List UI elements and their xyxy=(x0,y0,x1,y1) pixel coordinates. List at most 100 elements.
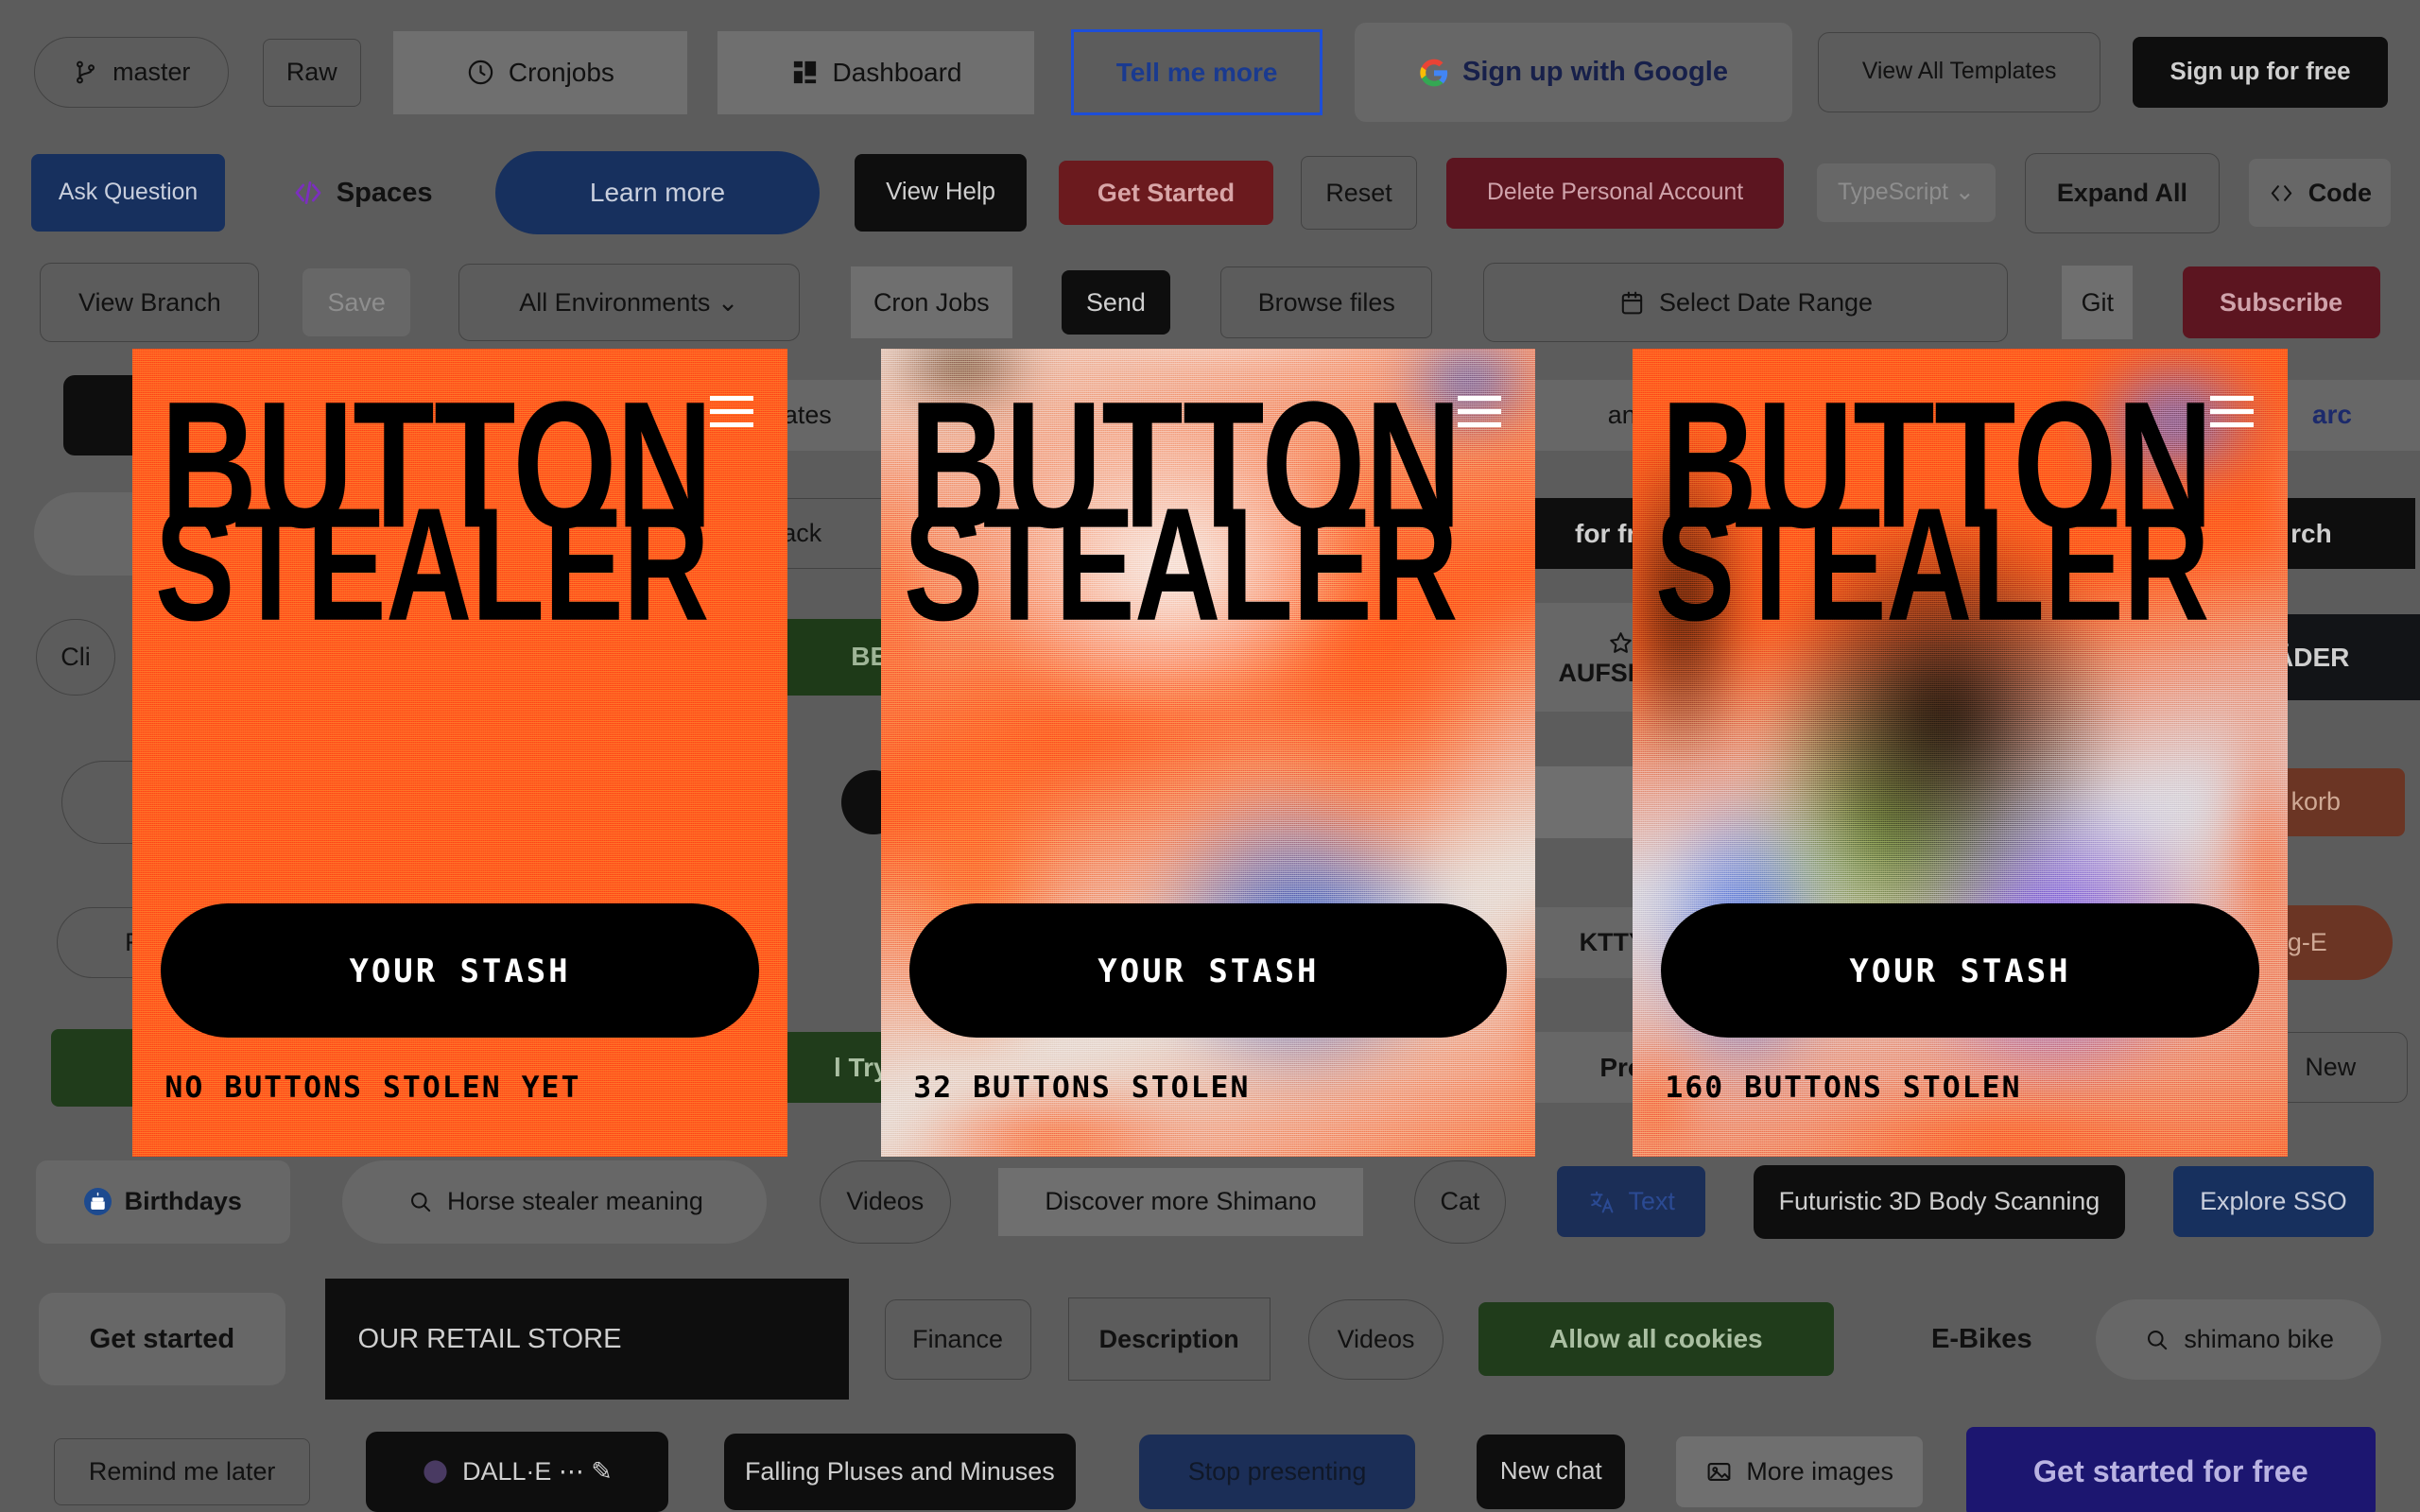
stolen-button[interactable]: Subscribe xyxy=(2182,266,2380,338)
stolen-button[interactable]: Stop presenting xyxy=(1138,1435,1416,1509)
stolen-button-label: Finance xyxy=(912,1324,1003,1353)
stolen-button-label: g-E xyxy=(2287,928,2327,957)
stolen-button[interactable]: Spaces xyxy=(270,159,456,227)
your-stash-button[interactable]: YOUR STASH xyxy=(909,903,1508,1039)
stolen-button[interactable]: Horse stealer meaning xyxy=(342,1160,768,1244)
stolen-button[interactable]: Code xyxy=(2248,159,2391,227)
stolen-button[interactable]: Browse files xyxy=(1220,266,1433,338)
stolen-button[interactable]: Cli xyxy=(35,618,116,696)
stolen-button[interactable]: E-Bikes xyxy=(1889,1302,2074,1376)
stolen-button[interactable]: Git xyxy=(2062,265,2134,340)
stolen-button[interactable]: Explore SSO xyxy=(2172,1166,2374,1238)
stolen-button[interactable]: Text xyxy=(1557,1166,1706,1238)
stolen-button[interactable]: View All Templates xyxy=(1818,32,2101,113)
stolen-button-label: Explore SSO xyxy=(2200,1187,2347,1216)
stolen-button-label: Code xyxy=(2308,178,2373,207)
stolen-button[interactable]: Tell me more xyxy=(1071,29,1323,116)
card-title-line-2: STEALER xyxy=(1655,475,2210,655)
stolen-button-label: Select Date Range xyxy=(1659,287,1873,317)
stolen-count-label: 160 BUTTONS STOLEN xyxy=(1665,1071,2022,1106)
stolen-button[interactable]: OUR RETAIL STORE xyxy=(325,1279,849,1400)
stolen-button[interactable]: Expand All xyxy=(2025,152,2220,233)
stolen-button[interactable]: master xyxy=(33,37,229,109)
stolen-button[interactable]: DALL·E ⋯ ✎ xyxy=(365,1432,668,1512)
angle-brackets-icon xyxy=(2268,180,2295,207)
stolen-button[interactable]: Reset xyxy=(1301,155,1417,231)
stolen-button[interactable]: Sign up for free xyxy=(2133,37,2388,109)
hamburger-menu-icon[interactable] xyxy=(1458,395,1502,427)
stolen-button[interactable]: Sign up with Google xyxy=(1355,23,1792,122)
your-stash-button[interactable]: YOUR STASH xyxy=(161,903,759,1039)
stolen-button-label: View Help xyxy=(886,179,996,206)
stolen-button[interactable]: New chat xyxy=(1477,1435,1626,1509)
hamburger-menu-icon[interactable] xyxy=(709,395,753,427)
stolen-button[interactable]: Finance xyxy=(884,1298,1031,1380)
calendar-icon xyxy=(1618,289,1646,317)
stolen-button[interactable]: Learn more xyxy=(495,151,820,235)
stolen-button-label: Spaces xyxy=(336,177,433,208)
stolen-button[interactable]: Dashboard xyxy=(717,30,1034,114)
stolen-button[interactable]: Cronjobs xyxy=(393,30,687,114)
stolen-button[interactable]: Get started xyxy=(38,1293,286,1386)
stolen-button-label: Learn more xyxy=(589,178,726,208)
stolen-button[interactable]: Get started for free xyxy=(1966,1427,2376,1512)
stolen-button-label: Get started for free xyxy=(2032,1454,2308,1489)
stolen-button-row: master Raw Cronjobs Dashboard Tell me more Si… xyxy=(0,23,2420,122)
stolen-button-label: korb xyxy=(2290,787,2341,816)
stolen-button[interactable]: Select Date Range xyxy=(1482,262,2009,343)
button-stealer-card[interactable]: BUTTON STEALER YOUR STASH NO BUTTONS STOLEN… xyxy=(132,348,787,1158)
stolen-button-label: Futuristic 3D Body Scanning xyxy=(1778,1187,2100,1216)
stolen-button-label: Get started xyxy=(89,1323,235,1354)
stolen-button[interactable]: Cat xyxy=(1413,1160,1507,1244)
stolen-button-label: rch xyxy=(2290,518,2332,548)
stolen-button[interactable]: View Branch xyxy=(40,262,260,343)
stolen-button-label: Subscribe xyxy=(2219,287,2343,317)
stolen-button[interactable]: View Help xyxy=(855,154,1027,232)
code-brackets-icon xyxy=(293,178,323,208)
stolen-button[interactable]: Videos xyxy=(819,1160,951,1244)
stolen-button[interactable]: Discover more Shimano xyxy=(998,1167,1363,1236)
hamburger-menu-icon[interactable] xyxy=(2209,395,2254,427)
translate-icon xyxy=(1588,1188,1616,1215)
stolen-button[interactable]: Ask Question xyxy=(30,154,226,232)
stolen-button[interactable]: Falling Pluses and Minuses xyxy=(723,1433,1076,1511)
stolen-button[interactable]: Get Started xyxy=(1059,160,1273,226)
stolen-button-label: View All Templates xyxy=(1861,59,2057,85)
stolen-button[interactable]: Videos xyxy=(1308,1298,1443,1380)
stolen-button[interactable]: Allow all cookies xyxy=(1478,1301,1834,1377)
stolen-button-row: Ask Question Spaces Learn more View Help Get… xyxy=(0,151,2420,235)
card-title-line-2: STEALER xyxy=(904,475,1459,655)
stolen-button-row: View Branch Save All Environments ⌄ Cron Jo… xyxy=(0,262,2420,343)
your-stash-button[interactable]: YOUR STASH xyxy=(1661,903,2259,1039)
stolen-button-label: Cli xyxy=(60,643,91,672)
button-stealer-card[interactable]: BUTTON STEALER YOUR STASH 160 BUTTONS STOLE… xyxy=(1633,348,2288,1158)
button-stealer-card[interactable]: BUTTON STEALER YOUR STASH 32 BUTTONS STOLEN xyxy=(881,348,1536,1158)
stolen-button[interactable]: Futuristic 3D Body Scanning xyxy=(1753,1164,2126,1239)
stolen-button[interactable]: All Environments ⌄ xyxy=(458,264,800,341)
dalle-orb-icon xyxy=(422,1458,449,1486)
stolen-button[interactable]: Raw xyxy=(262,38,362,107)
stolen-button[interactable]: Delete Personal Account xyxy=(1445,157,1785,229)
stolen-button[interactable]: shimano bike xyxy=(2096,1298,2382,1380)
stolen-button[interactable]: Cron Jobs xyxy=(850,266,1012,338)
stolen-button[interactable]: More images xyxy=(1676,1435,1924,1508)
stolen-button[interactable]: Description xyxy=(1067,1297,1270,1382)
stolen-button-label: OUR RETAIL STORE xyxy=(357,1323,622,1354)
stolen-button-label: New chat xyxy=(1499,1457,1602,1485)
stolen-button-label: Raw xyxy=(285,58,337,87)
stolen-button-label: Stop presenting xyxy=(1187,1457,1367,1486)
stolen-button-label: master xyxy=(112,58,191,87)
stolen-button-label: E-Bikes xyxy=(1930,1323,2032,1354)
stolen-button[interactable]: Send xyxy=(1062,269,1170,335)
stolen-button-label: Reset xyxy=(1325,178,1392,207)
stolen-button-label: Allow all cookies xyxy=(1549,1324,1763,1354)
your-stash-label: YOUR STASH xyxy=(349,952,571,989)
stolen-button-label: Delete Personal Account xyxy=(1486,179,1744,205)
stolen-button[interactable]: TypeScript ⌄ xyxy=(1816,163,1996,223)
stolen-button[interactable]: Save xyxy=(302,268,411,336)
stolen-button-label: Dashboard xyxy=(832,57,962,87)
stolen-button[interactable]: Birthdays xyxy=(35,1160,290,1244)
dashboard-icon xyxy=(790,58,820,87)
card-title-line-2: STEALER xyxy=(155,475,710,655)
stolen-button[interactable]: Remind me later xyxy=(54,1437,311,1506)
